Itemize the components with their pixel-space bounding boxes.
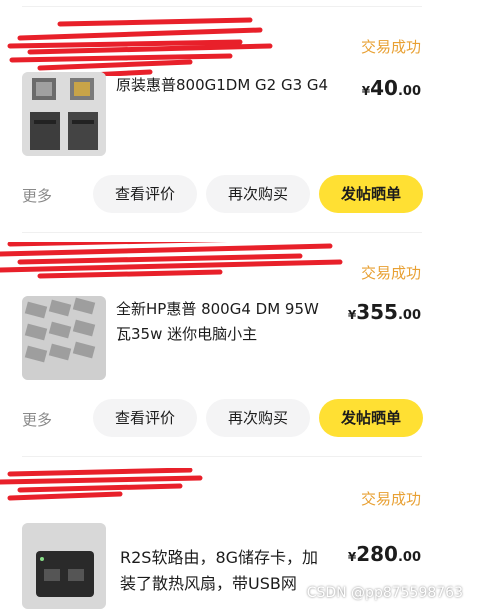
divider bbox=[22, 456, 422, 457]
price-decimal: .00 bbox=[397, 308, 421, 323]
more-link[interactable]: 更多 bbox=[22, 185, 52, 206]
post-review-button[interactable]: 发帖晒单 bbox=[319, 175, 423, 213]
price-decimal: .00 bbox=[397, 84, 421, 99]
order-header: 交易成功 bbox=[0, 468, 477, 518]
post-review-button[interactable]: 发帖晒单 bbox=[319, 399, 423, 437]
price-decimal: .00 bbox=[397, 550, 421, 565]
order-header: 交易成功 bbox=[0, 17, 477, 76]
product-thumbnail[interactable] bbox=[22, 72, 106, 156]
price-integer: 40 bbox=[370, 76, 398, 100]
divider bbox=[22, 232, 422, 233]
product-title[interactable]: 原装惠普800G1DM G2 G3 G4 bbox=[116, 73, 331, 98]
divider bbox=[22, 6, 422, 7]
price-currency: ¥ bbox=[347, 308, 357, 322]
view-review-button[interactable]: 查看评价 bbox=[93, 175, 197, 213]
more-link[interactable]: 更多 bbox=[22, 409, 52, 430]
power-adapters-photo-icon bbox=[22, 296, 106, 380]
price-integer: 280 bbox=[356, 542, 398, 566]
order-actions: 更多 查看评价 再次购买 发帖晒单 bbox=[0, 175, 477, 215]
product-price: ¥280.00 bbox=[348, 542, 421, 566]
computer-parts-photo-icon bbox=[22, 72, 106, 156]
product-title[interactable]: R2S软路由，8G储存卡，加装了散热风扇，带USB网 bbox=[120, 545, 330, 597]
router-device-photo-icon bbox=[22, 523, 106, 609]
product-title[interactable]: 全新HP惠普 800G4 DM 95W 瓦35w 迷你电脑小主 bbox=[116, 297, 331, 347]
redaction-scribble bbox=[7, 17, 273, 76]
price-currency: ¥ bbox=[347, 550, 357, 564]
view-review-button[interactable]: 查看评价 bbox=[93, 399, 197, 437]
product-price: ¥40.00 bbox=[362, 76, 421, 100]
product-price: ¥355.00 bbox=[348, 300, 421, 324]
order-status: 交易成功 bbox=[360, 264, 421, 282]
watermark: CSDN @pp875598763 bbox=[306, 585, 463, 601]
order-header: 交易成功 bbox=[0, 242, 477, 292]
product-thumbnail[interactable] bbox=[22, 296, 106, 380]
redaction-scribble bbox=[0, 242, 343, 279]
product-thumbnail[interactable] bbox=[22, 523, 106, 609]
order-actions: 更多 查看评价 再次购买 发帖晒单 bbox=[0, 399, 477, 439]
redaction-scribble bbox=[0, 468, 203, 501]
price-currency: ¥ bbox=[361, 84, 371, 98]
buy-again-button[interactable]: 再次购买 bbox=[206, 399, 310, 437]
order-status: 交易成功 bbox=[360, 490, 421, 508]
order-status: 交易成功 bbox=[360, 38, 421, 56]
buy-again-button[interactable]: 再次购买 bbox=[206, 175, 310, 213]
price-integer: 355 bbox=[356, 300, 398, 324]
